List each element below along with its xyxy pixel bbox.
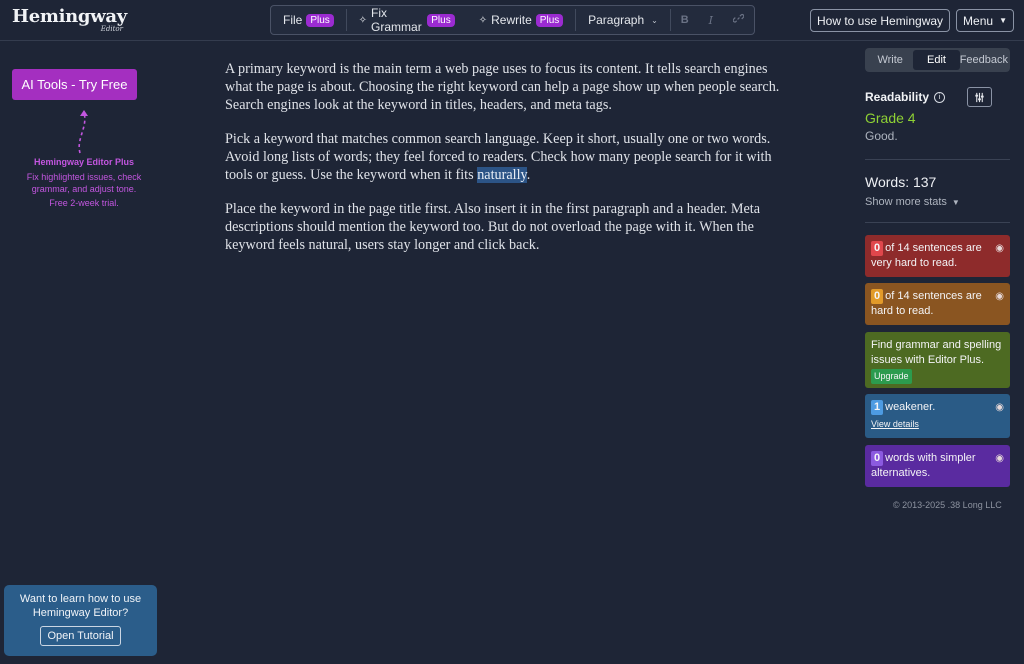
grade-level: Grade 4	[865, 110, 916, 126]
paragraph[interactable]: A primary keyword is the main term a web…	[225, 60, 790, 114]
weakener-card[interactable]: 1 weakener. ◉ View details	[865, 394, 1010, 438]
show-more-stats-button[interactable]: Show more stats ▼	[865, 196, 960, 208]
very-hard-count: 0	[871, 241, 884, 256]
paragraph-text: .	[526, 167, 531, 183]
hard-sentences-card[interactable]: 0 of 14 sentences are hard to read. ◉	[865, 283, 1010, 325]
very-hard-sentences-card[interactable]: 0 of 14 sentences are very hard to read. …	[865, 235, 1010, 277]
italic-button[interactable]: I	[699, 14, 723, 27]
plus-badge: Plus	[535, 13, 564, 27]
caret-down-icon: ▼	[951, 197, 960, 207]
hard-count: 0	[871, 289, 884, 304]
readability-settings-button[interactable]	[967, 87, 992, 107]
upgrade-button[interactable]: Upgrade	[871, 369, 912, 384]
eye-icon[interactable]: ◉	[995, 289, 1004, 304]
promo-description: Fix highlighted issues, check grammar, a…	[26, 172, 142, 194]
editor-toolbar: File Plus ✧ Fix Grammar Plus ✧ Rewrite P…	[270, 5, 755, 35]
view-details-link[interactable]: View details	[871, 417, 1004, 432]
file-button[interactable]: File Plus	[271, 6, 346, 34]
menu-label: Menu	[963, 13, 994, 28]
paragraph-label: Paragraph	[588, 13, 645, 27]
readability-heading: Readability i	[865, 90, 946, 104]
header-actions: How to use Hemingway Menu ▼	[809, 9, 1014, 32]
ai-tools-button[interactable]: AI Tools - Try Free	[12, 69, 137, 100]
logo-subtitle: Editor	[100, 25, 123, 33]
simpler-text: words with simpler alternatives.	[871, 452, 976, 479]
grade-description: Good.	[865, 129, 898, 143]
top-bar: Hemingway Editor File Plus ✧ Fix Grammar…	[0, 0, 1024, 41]
tab-write[interactable]: Write	[867, 50, 913, 70]
logo: Hemingway Editor	[12, 6, 127, 34]
file-label: File	[283, 13, 303, 27]
eye-icon[interactable]: ◉	[995, 241, 1004, 256]
divider	[865, 222, 1010, 223]
sliders-icon	[975, 92, 984, 102]
weakener-count: 1	[871, 400, 884, 415]
tab-feedback[interactable]: Feedback	[960, 50, 1008, 70]
simpler-words-card[interactable]: 0 words with simpler alternatives. ◉	[865, 445, 1010, 487]
weakener-text: weakener.	[885, 401, 936, 413]
rewrite-label: Rewrite	[491, 13, 532, 27]
copyright: © 2013-2025 .38 Long LLC	[893, 500, 1002, 510]
chevron-down-icon: ⌄	[651, 15, 658, 25]
link-icon[interactable]	[723, 13, 754, 27]
plus-badge: Plus	[427, 13, 455, 27]
very-hard-text: of 14 sentences are very hard to read.	[871, 242, 982, 269]
paragraph[interactable]: Pick a keyword that matches common searc…	[225, 130, 790, 184]
tutorial-card: Want to learn how to use Hemingway Edito…	[4, 585, 157, 656]
plus-badge: Plus	[306, 13, 334, 27]
caret-down-icon: ▼	[999, 16, 1007, 25]
promo-title: Hemingway Editor Plus	[33, 157, 135, 167]
promo-trial: Free 2-week trial.	[49, 198, 119, 208]
bold-button[interactable]: B	[671, 14, 699, 26]
info-icon[interactable]: i	[934, 91, 946, 103]
paragraph[interactable]: Place the keyword in the page title firs…	[225, 200, 790, 254]
how-to-use-button[interactable]: How to use Hemingway	[809, 9, 951, 32]
eye-icon[interactable]: ◉	[995, 451, 1004, 466]
rewrite-button[interactable]: ✧ Rewrite Plus	[467, 6, 576, 34]
sparkle-icon: ✧	[358, 14, 368, 26]
open-tutorial-button[interactable]: Open Tutorial	[40, 626, 121, 646]
tutorial-text: Want to learn how to use Hemingway Edito…	[19, 593, 142, 619]
fix-grammar-button[interactable]: ✧ Fix Grammar Plus	[347, 6, 467, 34]
eye-icon[interactable]: ◉	[995, 400, 1004, 415]
fix-grammar-label: Fix Grammar	[371, 6, 422, 34]
word-count: Words: 137	[865, 174, 937, 190]
sparkle-icon: ✧	[478, 14, 488, 26]
hard-text: of 14 sentences are hard to read.	[871, 290, 982, 317]
grammar-promo-card: Find grammar and spelling issues with Ed…	[865, 332, 1010, 388]
grammar-text: Find grammar and spelling issues with Ed…	[871, 339, 1002, 366]
mode-tabs: Write Edit Feedback	[865, 48, 1010, 72]
document-editor[interactable]: A primary keyword is the main term a web…	[225, 60, 790, 270]
dashed-arrow-icon	[78, 110, 88, 154]
tab-edit[interactable]: Edit	[913, 50, 960, 70]
menu-button[interactable]: Menu ▼	[956, 9, 1014, 32]
editor-plus-promo: Hemingway Editor Plus Fix highlighted is…	[14, 107, 154, 208]
show-more-label: Show more stats	[865, 196, 947, 208]
readability-label: Readability	[865, 90, 930, 104]
simpler-count: 0	[871, 451, 884, 466]
weakener-highlight[interactable]: naturally	[477, 167, 527, 183]
divider	[865, 159, 1010, 160]
logo-title: Hemingway	[12, 6, 127, 27]
paragraph-dropdown[interactable]: Paragraph ⌄	[576, 6, 670, 34]
